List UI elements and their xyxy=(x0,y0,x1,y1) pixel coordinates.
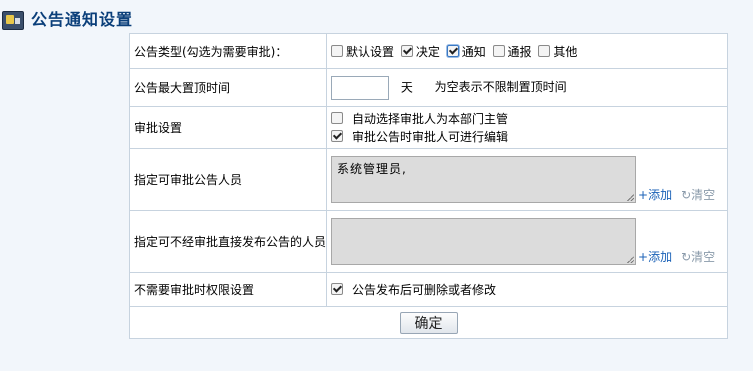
row-no-time-limit: 不需要审批时权限设置 公告发布后可删除或者修改 xyxy=(129,272,728,307)
approvers-textarea[interactable]: 系统管理员, xyxy=(331,156,636,203)
clear-icon: ↻ xyxy=(681,188,692,202)
add-publisher-link[interactable]: +添加 xyxy=(638,250,672,264)
add-icon: + xyxy=(638,188,649,202)
confirm-button[interactable]: 确定 xyxy=(399,311,458,334)
checkbox-other[interactable] xyxy=(538,44,551,57)
max-top-time-label: 公告最大置顶时间 xyxy=(129,68,327,107)
row-submit: 确定 xyxy=(129,306,728,339)
row-approval-settings: 审批设置 自动选择审批人为本部门主管 审批公告时审批人可进行编辑 xyxy=(129,106,728,149)
title-bar: 公告通知设置 xyxy=(0,0,753,34)
option-bulletin-label: 通报 xyxy=(507,44,532,59)
checkbox-notice[interactable] xyxy=(446,44,459,57)
approvers-cell: 系统管理员, +添加 ↻清空 xyxy=(326,148,728,211)
add-approver-link[interactable]: +添加 xyxy=(638,188,672,202)
row-notice-type: 公告类型(勾选为需要审批)： 默认设置 决定 通知 通报 其他 xyxy=(129,33,728,69)
settings-form: 公告类型(勾选为需要审批)： 默认设置 决定 通知 通报 其他 公告最大置顶时间… xyxy=(129,33,728,339)
checkbox-delete-or-modify[interactable] xyxy=(331,283,343,295)
add-publisher-label: 添加 xyxy=(648,250,673,264)
option-decision-label: 决定 xyxy=(415,44,440,59)
row-approvers: 指定可审批公告人员 系统管理员, +添加 ↻清空 xyxy=(129,148,728,211)
direct-publishers-cell: +添加 ↻清空 xyxy=(326,210,728,273)
clear-publishers-link[interactable]: ↻清空 xyxy=(681,250,715,264)
settings-app-icon xyxy=(2,11,24,30)
notice-type-label: 公告类型(勾选为需要审批)： xyxy=(129,33,327,69)
approvers-textarea-value: 系统管理员, xyxy=(337,162,407,176)
add-approver-label: 添加 xyxy=(648,188,673,202)
no-time-limit-cell: 公告发布后可删除或者修改 xyxy=(326,272,728,307)
approval-settings-options: 自动选择审批人为本部门主管 审批公告时审批人可进行编辑 xyxy=(326,106,728,149)
direct-publishers-textarea[interactable] xyxy=(331,218,636,265)
row-max-top-time: 公告最大置顶时间 天 为空表示不限制置顶时间 xyxy=(129,68,728,107)
submit-cell: 确定 xyxy=(129,306,728,339)
page-title: 公告通知设置 xyxy=(31,10,134,29)
max-top-time-cell: 天 为空表示不限制置顶时间 xyxy=(326,68,728,107)
max-top-time-hint: 为空表示不限制置顶时间 xyxy=(434,80,567,94)
max-top-days-input[interactable] xyxy=(331,75,389,100)
clear-icon: ↻ xyxy=(681,250,692,264)
option-notice-label: 通知 xyxy=(461,44,486,59)
approval-settings-label: 审批设置 xyxy=(129,106,327,149)
auto-select-supervisor-label: 自动选择审批人为本部门主管 xyxy=(352,111,509,126)
clear-approvers-label: 清空 xyxy=(691,188,716,202)
row-direct-publishers: 指定可不经审批直接发布公告的人员 +添加 ↻清空 xyxy=(129,210,728,273)
resize-grip-icon[interactable] xyxy=(627,256,634,263)
resize-grip-icon[interactable] xyxy=(627,194,634,201)
no-time-limit-label: 不需要审批时权限设置 xyxy=(129,272,327,307)
approver-can-edit-label: 审批公告时审批人可进行编辑 xyxy=(352,129,509,144)
option-default-setting-label: 默认设置 xyxy=(346,44,395,59)
approvers-label: 指定可审批公告人员 xyxy=(129,148,327,211)
checkbox-approver-can-edit[interactable] xyxy=(331,129,343,142)
option-other-label: 其他 xyxy=(553,44,578,59)
checkbox-auto-select-supervisor[interactable] xyxy=(331,111,343,124)
days-unit-label: 天 xyxy=(400,80,413,94)
checkbox-decision[interactable] xyxy=(400,44,413,57)
checkbox-bulletin[interactable] xyxy=(492,44,505,57)
notice-type-options: 默认设置 决定 通知 通报 其他 xyxy=(326,33,728,69)
add-icon: + xyxy=(638,250,649,264)
direct-publishers-label: 指定可不经审批直接发布公告的人员 xyxy=(129,210,327,273)
checkbox-default-setting[interactable] xyxy=(331,44,343,57)
clear-approvers-link[interactable]: ↻清空 xyxy=(681,188,715,202)
clear-publishers-label: 清空 xyxy=(691,250,716,264)
delete-or-modify-label: 公告发布后可删除或者修改 xyxy=(352,283,497,297)
